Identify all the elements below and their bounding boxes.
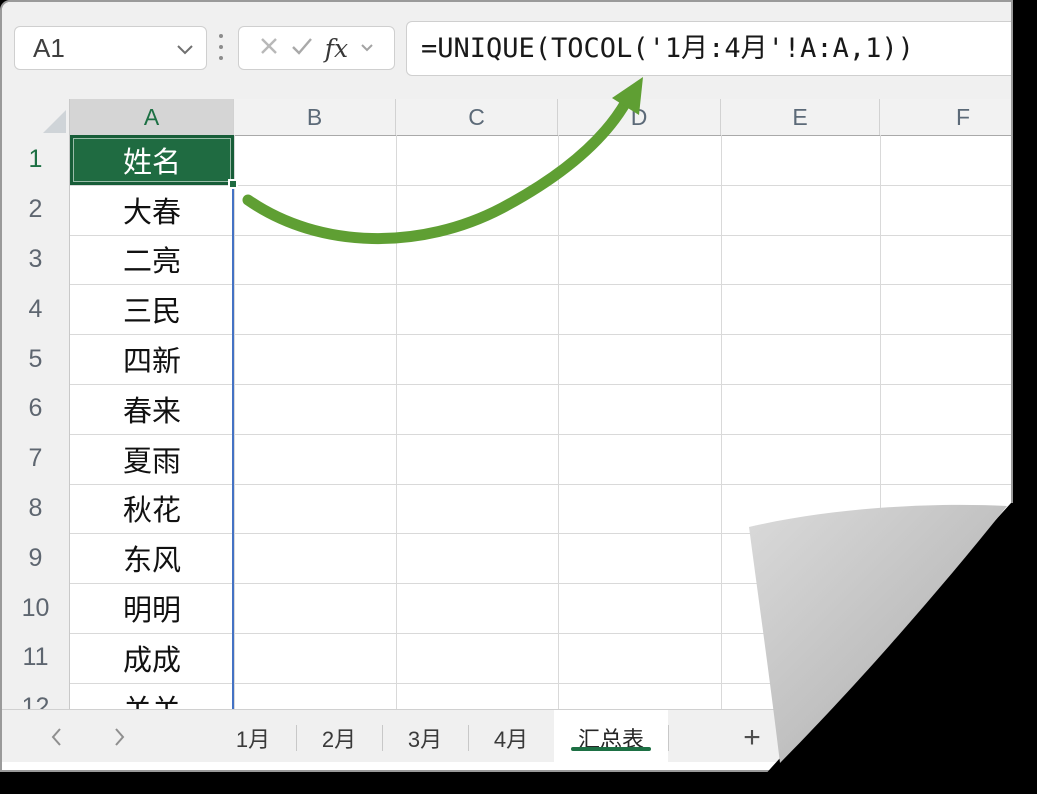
active-cell-A1[interactable]: 姓名	[70, 135, 234, 185]
row-header-8[interactable]: 8	[2, 483, 70, 534]
formula-buttons-box: fx	[238, 26, 395, 70]
select-all-triangle-icon	[43, 110, 66, 133]
sheet-tab-label: 1月	[235, 726, 271, 752]
row-header-1[interactable]: 1	[2, 135, 70, 185]
row-header-4[interactable]: 4	[2, 284, 70, 335]
tab-separator	[668, 725, 669, 751]
cell-A4[interactable]: 三民	[70, 284, 234, 334]
sheet-nav-left-icon[interactable]	[42, 722, 72, 752]
sheet-tab-label: 2月	[321, 726, 357, 752]
sheet-tab-label: 3月	[407, 726, 443, 752]
cell-A3[interactable]: 二亮	[70, 235, 234, 285]
column-header-B[interactable]: B	[234, 99, 396, 135]
toolbar-separator-dots-icon	[219, 34, 223, 64]
cell-A8[interactable]: 秋花	[70, 484, 234, 534]
sheet-tab-汇总表[interactable]: 汇总表	[554, 710, 668, 765]
row-header-11[interactable]: 11	[2, 633, 70, 683]
sheet-tab-bar: + 1月 2月 3月 4月 汇总表	[2, 709, 1011, 765]
cancel-icon[interactable]	[259, 36, 279, 61]
column-header-F[interactable]: F	[880, 99, 1011, 135]
gridline-vertical	[234, 135, 235, 709]
gridline-vertical	[558, 135, 559, 709]
row-header-9[interactable]: 9	[2, 533, 70, 584]
sheet-tab-3月[interactable]: 3月	[382, 710, 468, 765]
cell-A11[interactable]: 成成	[70, 633, 234, 683]
fill-handle[interactable]	[228, 178, 238, 189]
screenshot-stage: A1 fx =UNIQUE(TOCOL('1月:4月'!A:A,1)) A B …	[0, 0, 1037, 794]
row-header-3[interactable]: 3	[2, 234, 70, 285]
spill-range-border	[232, 188, 234, 709]
chevron-down-icon[interactable]	[176, 43, 194, 61]
excel-window: A1 fx =UNIQUE(TOCOL('1月:4月'!A:A,1)) A B …	[0, 0, 1013, 772]
sheet-tab-1月[interactable]: 1月	[210, 710, 296, 765]
gridline-vertical	[880, 135, 881, 709]
cell-A2[interactable]: 大春	[70, 185, 234, 235]
enter-check-icon[interactable]	[291, 37, 313, 60]
row-header-5[interactable]: 5	[2, 334, 70, 384]
cell-A12[interactable]: 关关	[70, 683, 234, 709]
sheet-tab-4月[interactable]: 4月	[468, 710, 554, 765]
insert-function-fx-icon[interactable]: fx	[325, 36, 348, 61]
name-box[interactable]: A1	[14, 26, 207, 70]
cell-A7[interactable]: 夏雨	[70, 434, 234, 484]
formula-bar[interactable]: =UNIQUE(TOCOL('1月:4月'!A:A,1))	[406, 21, 1011, 76]
add-sheet-button[interactable]: +	[729, 710, 775, 765]
sheet-nav-right-icon[interactable]	[104, 722, 134, 752]
column-header-C[interactable]: C	[396, 99, 558, 135]
gridline-vertical	[721, 135, 722, 709]
sheet-tab-label: 4月	[493, 726, 529, 752]
column-header-D[interactable]: D	[558, 99, 721, 135]
row-header-6[interactable]: 6	[2, 384, 70, 434]
row-header-12[interactable]: 12	[2, 682, 70, 709]
active-tab-underline	[571, 747, 651, 751]
column-header-A[interactable]: A	[70, 99, 234, 135]
row-header-7[interactable]: 7	[2, 433, 70, 484]
sheet-tab-2月[interactable]: 2月	[296, 710, 382, 765]
cell-A6[interactable]: 春来	[70, 384, 234, 434]
cell-A9[interactable]: 东风	[70, 533, 234, 583]
cell-A5[interactable]: 四新	[70, 334, 234, 384]
row-header-2[interactable]: 2	[2, 184, 70, 235]
gridline-vertical	[396, 135, 397, 709]
chevron-down-icon[interactable]	[360, 39, 374, 57]
row-header-10[interactable]: 10	[2, 583, 70, 633]
page-bottom-margin	[2, 762, 1011, 770]
select-all-button[interactable]	[2, 99, 70, 135]
spreadsheet-grid: A B C D E F 1 2 大春 3 二亮 4 三民 5 四新 6 春来 7 夏雨 8 秋花 9 东风 10 明明 11 成成 1…	[2, 99, 1011, 709]
name-box-value: A1	[33, 33, 65, 63]
formula-toolbar: A1 fx =UNIQUE(TOCOL('1月:4月'!A:A,1))	[2, 2, 1011, 99]
column-header-E[interactable]: E	[721, 99, 880, 135]
formula-text: =UNIQUE(TOCOL('1月:4月'!A:A,1))	[421, 33, 914, 64]
cell-A10[interactable]: 明明	[70, 583, 234, 633]
